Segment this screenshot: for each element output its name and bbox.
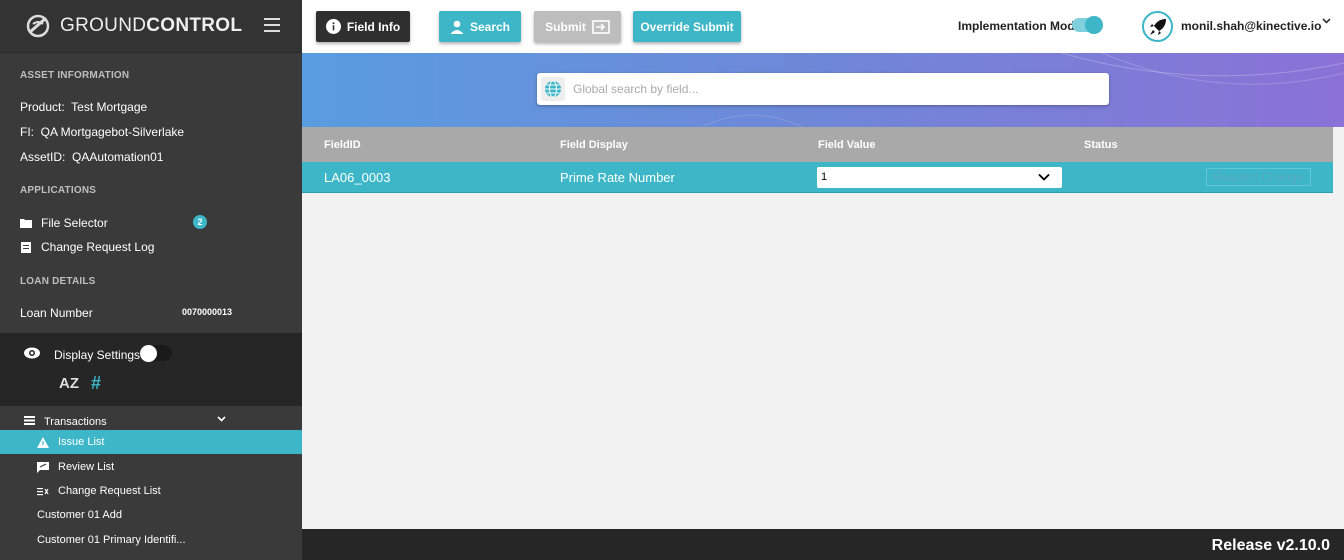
submit-icon	[592, 19, 610, 34]
eye-icon	[24, 347, 40, 359]
user-email[interactable]: monil.shah@kinective.io	[1181, 19, 1321, 33]
asset-id-line: AssetID: QAAutomation01	[20, 150, 164, 164]
display-settings-label: Display Settings	[54, 348, 141, 362]
table-row[interactable]: LA06_0003 Prime Rate Number 1 Request Ch…	[302, 162, 1333, 193]
list-icon	[24, 416, 35, 425]
main-content-area	[302, 193, 1344, 529]
header-status: Status	[1084, 139, 1118, 151]
hash-icon[interactable]: #	[91, 373, 101, 394]
loan-details-title: LOAN DETAILS	[20, 276, 96, 287]
avatar[interactable]	[1142, 11, 1173, 42]
rocket-icon	[1149, 18, 1166, 35]
sidebar-item-review-list[interactable]: Review List	[0, 455, 302, 479]
global-search-input[interactable]	[573, 79, 1093, 99]
header-field-id: FieldID	[324, 139, 361, 151]
global-search-box	[537, 73, 1109, 105]
sort-az-icon[interactable]: AZ	[59, 375, 79, 392]
loan-number-value: 0070000013	[182, 307, 233, 317]
field-value-select[interactable]: 1	[817, 167, 1062, 188]
request-change-button[interactable]: Request Change	[1206, 168, 1311, 186]
table-header: FieldID Field Display Field Value Status	[302, 127, 1333, 162]
display-settings-panel: Display Settings AZ #	[0, 333, 302, 406]
file-selector-badge: 2	[193, 215, 207, 229]
asset-info-title: ASSET INFORMATION	[20, 70, 130, 81]
sidebar-item-issue-list[interactable]: Issue List	[0, 430, 302, 454]
applications-title: APPLICATIONS	[20, 185, 97, 196]
sidebar-item-file-selector[interactable]: File Selector	[20, 216, 108, 230]
warning-icon	[37, 436, 49, 448]
search-banner	[302, 53, 1344, 127]
field-info-button[interactable]: Field Info	[316, 11, 410, 42]
header-field-value: Field Value	[818, 139, 876, 151]
footer: Release v2.10.0	[302, 529, 1344, 560]
product-line: Product: Test Mortgage	[20, 100, 148, 114]
display-settings-toggle[interactable]	[140, 345, 172, 362]
sidebar: GROUNDCONTROL ASSET INFORMATION Product:…	[0, 0, 302, 560]
search-button[interactable]: Search	[439, 11, 521, 42]
scroll-gutter	[1333, 127, 1344, 529]
review-icon	[37, 461, 49, 473]
top-toolbar: Field Info Search Submit Override Submit…	[302, 0, 1344, 53]
sidebar-item-customer-01-primary[interactable]: Customer 01 Primary Identifi...	[0, 528, 302, 552]
header-field-display: Field Display	[560, 139, 628, 151]
submit-button[interactable]: Submit	[534, 11, 621, 42]
folder-icon	[20, 219, 32, 228]
cell-field-id: LA06_0003	[324, 170, 391, 185]
groundcontrol-logo-icon	[26, 14, 50, 38]
implementation-mode-label: Implementation Mode	[958, 19, 1082, 33]
transactions-header[interactable]: Transactions	[0, 412, 302, 430]
implementation-mode-toggle[interactable]	[1072, 16, 1103, 34]
chevron-down-icon	[1038, 173, 1050, 181]
brand-header: GROUNDCONTROL	[0, 0, 302, 53]
change-list-icon	[37, 487, 49, 495]
fi-line: FI: QA Mortgagebot-Silverlake	[20, 125, 185, 139]
brand-name: GROUNDCONTROL	[60, 15, 243, 36]
globe-icon[interactable]	[541, 77, 565, 101]
override-submit-button[interactable]: Override Submit	[633, 11, 741, 42]
menu-toggle-icon[interactable]	[264, 18, 280, 32]
person-icon	[450, 20, 464, 34]
clipboard-icon	[21, 242, 31, 253]
sidebar-item-change-request-list[interactable]: Change Request List	[0, 479, 302, 503]
sidebar-item-customer-01-add[interactable]: Customer 01 Add	[0, 503, 302, 527]
info-icon	[325, 19, 341, 34]
field-value-selected: 1	[821, 171, 828, 183]
chevron-down-icon	[217, 416, 226, 422]
release-version: Release v2.10.0	[1211, 537, 1330, 554]
sidebar-item-change-request-log[interactable]: Change Request Log	[20, 240, 154, 254]
loan-number-label: Loan Number	[20, 306, 93, 320]
cell-field-display: Prime Rate Number	[560, 170, 675, 185]
user-menu-chevron-icon[interactable]	[1322, 18, 1331, 24]
